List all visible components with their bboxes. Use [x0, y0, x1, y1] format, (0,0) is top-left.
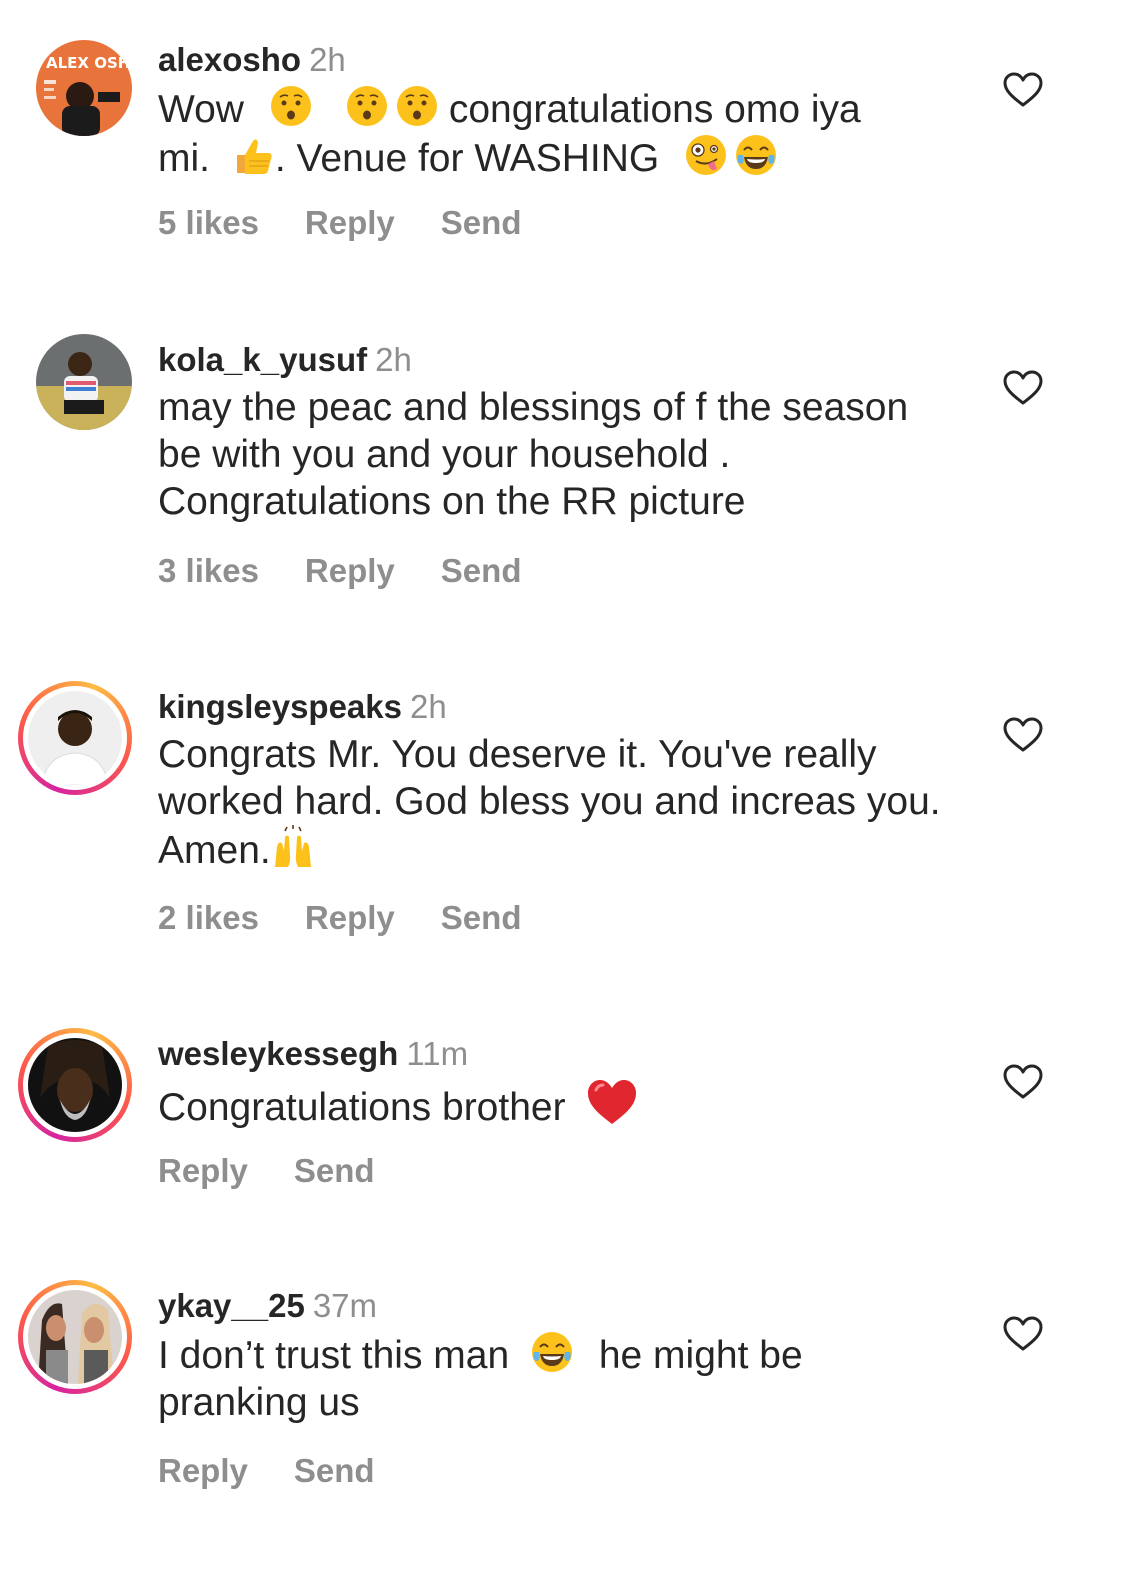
comment-text-part: congratulations omo iya — [448, 88, 861, 131]
comment-time: 2h — [375, 341, 412, 378]
avatar[interactable] — [18, 681, 132, 795]
tears-of-joy-emoji — [530, 1330, 574, 1374]
avatar-image — [36, 334, 132, 430]
comment-username[interactable]: wesleykessegh — [158, 1035, 398, 1072]
avatar-image: ALEX OSHO — [36, 40, 132, 136]
hushed-face-emoji — [269, 84, 313, 128]
comment-time: 2h — [410, 688, 447, 725]
comment-actions: 3 likes Reply Send — [158, 552, 567, 590]
send-button[interactable]: Send — [441, 552, 522, 589]
comment-header: alexosho 2h — [158, 38, 958, 82]
comment-content: kingsleyspeaks 2h Congrats Mr. You deserv… — [158, 685, 958, 874]
avatar-image — [28, 1038, 122, 1132]
comment-header: kingsleyspeaks 2h — [158, 685, 958, 729]
red-heart-emoji — [586, 1078, 638, 1126]
comment-text-part: mi. — [158, 137, 210, 180]
send-button[interactable]: Send — [294, 1152, 375, 1189]
heart-outline-icon[interactable] — [1003, 370, 1043, 406]
reply-button[interactable]: Reply — [305, 204, 395, 241]
likes-count[interactable]: 2 likes — [158, 899, 259, 936]
comment-header: ykay__25 37m — [158, 1284, 958, 1328]
comment-actions: Reply Send — [158, 1152, 421, 1190]
comment-content: kola_k_yusuf 2h may the peac and blessing… — [158, 338, 958, 525]
send-button[interactable]: Send — [441, 899, 522, 936]
likes-count[interactable]: 3 likes — [158, 552, 259, 589]
comment-text: Congrats Mr. You deserve it. You've real… — [158, 731, 958, 874]
comment-text-part: . Venue for WASHING — [274, 137, 660, 180]
thumbs-up-emoji — [231, 133, 275, 177]
comment-text: Congratulations brother — [158, 1078, 958, 1131]
comment-time: 2h — [309, 41, 346, 78]
comment-username[interactable]: ykay__25 — [158, 1287, 305, 1324]
reply-button[interactable]: Reply — [158, 1452, 248, 1489]
comment-content: wesleykessegh 11m Congratulations brother — [158, 1032, 958, 1131]
comment-actions: 5 likes Reply Send — [158, 204, 567, 242]
comment-header: kola_k_yusuf 2h — [158, 338, 958, 382]
avatar[interactable] — [18, 1280, 132, 1394]
heart-outline-icon[interactable] — [1003, 717, 1043, 753]
avatar-image — [28, 691, 122, 785]
comment-username[interactable]: kingsleyspeaks — [158, 688, 402, 725]
comment-text-part: Wow — [158, 88, 244, 131]
comment-text: I don’t trust this man he might be prank… — [158, 1330, 958, 1426]
reply-button[interactable]: Reply — [305, 552, 395, 589]
comment-text: may the peac and blessings of f the seas… — [158, 386, 909, 523]
comment-username[interactable]: alexosho — [158, 41, 301, 78]
raised-hands-emoji — [271, 825, 315, 869]
zany-face-emoji — [684, 133, 728, 177]
comment-content: ykay__25 37m I don’t trust this man he mi… — [158, 1284, 958, 1426]
comment-text-part: Congratulations brother — [158, 1086, 566, 1129]
tears-of-joy-emoji — [734, 133, 778, 177]
reply-button[interactable]: Reply — [158, 1152, 248, 1189]
comments-list: ALEX OSHO alexosho2h Wow — [0, 0, 1125, 1586]
send-button[interactable]: Send — [294, 1452, 375, 1489]
hushed-face-emoji — [395, 84, 439, 128]
avatar[interactable] — [18, 1028, 132, 1142]
comment-time: 37m — [312, 1287, 378, 1324]
comment-text-part: I don’t trust this man — [158, 1334, 510, 1377]
comment-content: alexosho 2h Wow congratulations omo iya m… — [158, 38, 958, 182]
comment-header: wesleykessegh 11m — [158, 1032, 958, 1076]
avatar-image — [28, 1290, 122, 1384]
avatar[interactable] — [36, 334, 132, 430]
comment-username[interactable]: kola_k_yusuf — [158, 341, 367, 378]
hushed-face-emoji — [345, 84, 389, 128]
reply-button[interactable]: Reply — [305, 899, 395, 936]
send-button[interactable]: Send — [441, 204, 522, 241]
heart-outline-icon[interactable] — [1003, 72, 1043, 108]
heart-outline-icon[interactable] — [1003, 1064, 1043, 1100]
comment-text: Wow congratulations omo iya mi. . Venue … — [158, 84, 958, 182]
likes-count[interactable]: 5 likes — [158, 204, 259, 241]
avatar-logo-text: ALEX OSHO — [46, 54, 132, 72]
avatar[interactable]: ALEX OSHO — [36, 40, 132, 136]
comment-time: 11m — [406, 1035, 469, 1072]
heart-outline-icon[interactable] — [1003, 1316, 1043, 1352]
comment-actions: 2 likes Reply Send — [158, 899, 567, 937]
comment-actions: Reply Send — [158, 1452, 421, 1490]
